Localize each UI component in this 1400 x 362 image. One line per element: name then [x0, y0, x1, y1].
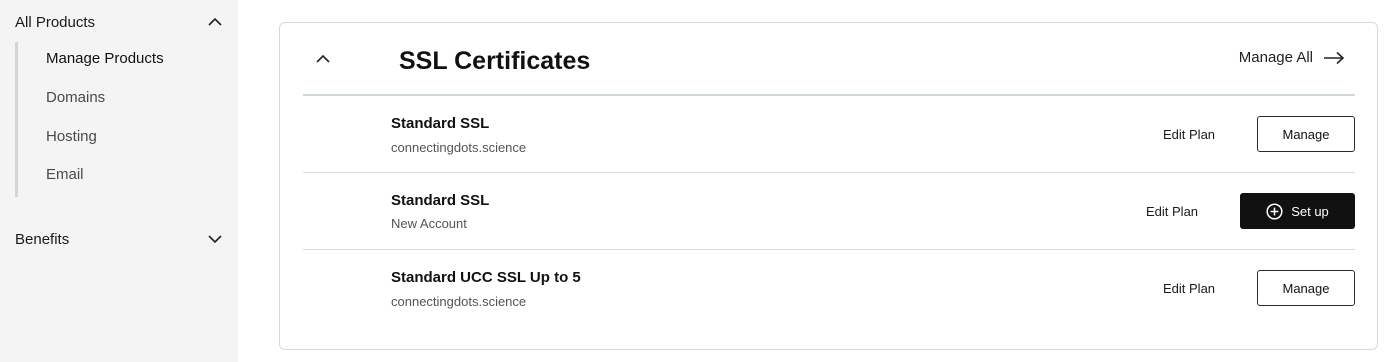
product-name: Standard SSL — [391, 115, 490, 132]
product-name: Standard UCC SSL Up to 5 — [391, 269, 581, 286]
product-name: Standard SSL — [391, 192, 490, 209]
benefits-label: Benefits — [15, 230, 70, 248]
manage-all-label: Manage All — [1238, 49, 1313, 66]
list-item: Standard SSL New Account Edit Plan Set u… — [280, 173, 1379, 249]
manage-button[interactable]: Manage — [1257, 270, 1355, 306]
edit-plan-link[interactable]: Edit Plan — [1163, 127, 1215, 142]
edit-plan-link[interactable]: Edit Plan — [1163, 281, 1215, 296]
ssl-certificates-card: SSL Certificates Manage All Standard SSL… — [279, 22, 1378, 350]
sidebar-item-domains[interactable]: Domains — [46, 89, 105, 106]
manage-all-link[interactable]: Manage All — [1239, 49, 1345, 66]
sidebar-item-hosting[interactable]: Hosting — [46, 128, 97, 145]
product-domain: connectingdots.science — [391, 294, 527, 309]
all-products-toggle[interactable]: All Products — [15, 10, 223, 34]
manage-button[interactable]: Manage — [1257, 116, 1355, 152]
benefits-toggle[interactable]: Benefits — [15, 227, 223, 251]
sidebar-item-email[interactable]: Email — [46, 166, 84, 183]
all-products-label: All Products — [15, 13, 96, 31]
list-item: Standard SSL connectingdots.science Edit… — [280, 96, 1379, 172]
product-domain: connectingdots.science — [391, 140, 527, 155]
chevron-down-icon — [208, 235, 222, 244]
sidebar: All Products Manage Products Domains Hos… — [0, 0, 238, 362]
arrow-right-icon — [1324, 51, 1345, 64]
product-account: New Account — [391, 216, 467, 231]
set-up-label: Set up — [1291, 203, 1329, 219]
list-item: Standard UCC SSL Up to 5 connectingdots.… — [280, 250, 1379, 326]
sidebar-item-manage-products[interactable]: Manage Products — [46, 50, 164, 67]
collapse-chevron-icon[interactable] — [314, 51, 332, 67]
chevron-up-icon — [208, 17, 222, 26]
card-title: SSL Certificates — [399, 47, 591, 75]
plus-circle-icon — [1266, 202, 1283, 220]
edit-plan-link[interactable]: Edit Plan — [1146, 204, 1198, 219]
products-submenu: Manage Products Domains Hosting Email — [15, 42, 215, 197]
set-up-button[interactable]: Set up — [1240, 193, 1355, 229]
